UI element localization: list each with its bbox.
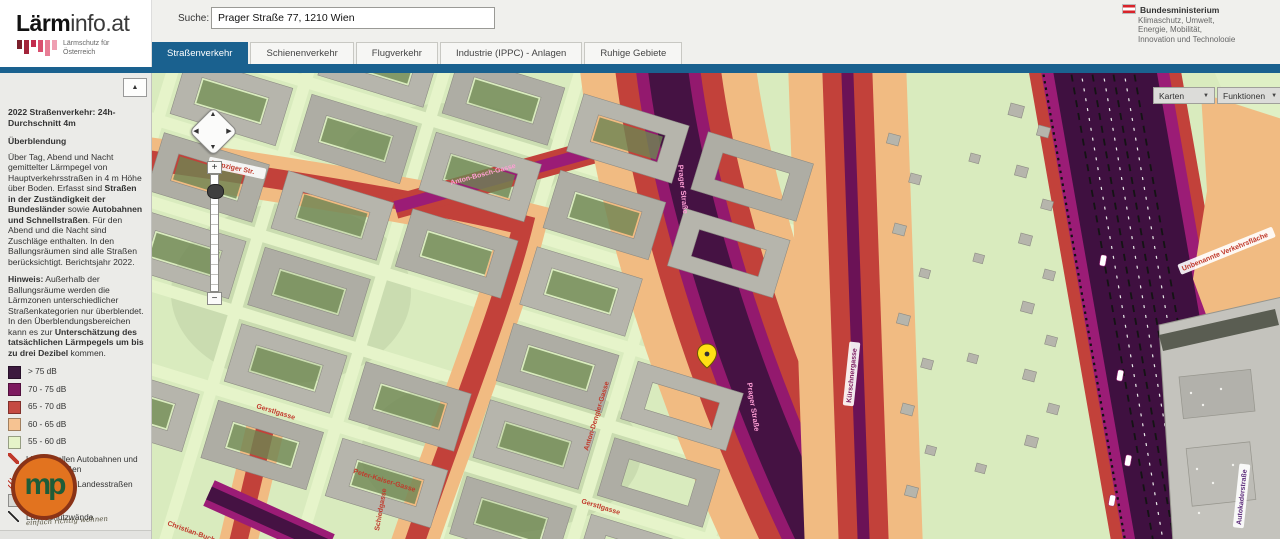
mp-watermark-logo: mp: [11, 454, 77, 520]
pan-down-button[interactable]: ▼: [208, 142, 218, 152]
search-label: Suche:: [178, 13, 209, 24]
legend-row: 70 - 75 dB: [8, 383, 144, 397]
noise-map-svg: Leipziger Str. Anton-Bosch-Gasse Prager …: [151, 73, 1280, 539]
pan-up-button[interactable]: ▲: [208, 109, 218, 119]
brand-bold: Lärm: [16, 10, 70, 36]
brand-light: info.at: [70, 10, 129, 36]
tab-industrie-ippc-anlagen[interactable]: Industrie (IPPC) - Anlagen: [440, 42, 582, 64]
karten-dropdown[interactable]: Karten▼: [1153, 87, 1215, 104]
austria-flag-icon: [1122, 4, 1136, 14]
legend-line-thick-icon: [8, 453, 19, 464]
map-canvas[interactable]: Leipziger Str. Anton-Bosch-Gasse Prager …: [151, 73, 1280, 539]
legend-row: 60 - 65 dB: [8, 418, 144, 432]
legend-label: 65 - 70 dB: [28, 400, 66, 411]
legend-swatch-icon: [8, 418, 21, 431]
overlay-heading: Überblendung: [8, 136, 144, 147]
legend-row: 55 - 60 dB: [8, 435, 144, 449]
legend-label: > 75 dB: [28, 365, 57, 376]
sidebar-collapse-button[interactable]: ▲: [123, 78, 147, 97]
tab-flugverkehr[interactable]: Flugverkehr: [356, 42, 438, 64]
chevron-down-icon: ▼: [1271, 93, 1277, 99]
legend-swatch-icon: [8, 383, 21, 396]
laerminfo-app: Lärminfo.at Lärmschutz für Österreich Su…: [0, 0, 1280, 539]
description-paragraph: Über Tag, Abend und Nacht gemittelter Lä…: [8, 152, 144, 268]
legend-label: 55 - 60 dB: [28, 435, 66, 446]
site-logo: Lärminfo.at Lärmschutz für Österreich: [0, 0, 152, 67]
tab-ruhige-gebiete[interactable]: Ruhige Gebiete: [584, 42, 682, 64]
legend-swatch-icon: [8, 366, 21, 379]
soundbars-icon: [17, 40, 57, 56]
legend-line-black-icon: [8, 511, 19, 522]
legend-row: > 75 dB: [8, 365, 144, 379]
accent-bar: [0, 64, 1280, 73]
tab-straßenverkehr[interactable]: Straßenverkehr: [151, 42, 248, 64]
header-bar: Suche: Bundesministerium Klimaschutz, Um…: [151, 0, 1280, 42]
ministry-logo: Bundesministerium Klimaschutz, Umwelt, E…: [1122, 4, 1235, 44]
tab-bar: StraßenverkehrSchienenverkehrFlugverkehr…: [151, 42, 1280, 64]
site-subtitle: Lärmschutz für Österreich: [63, 40, 109, 57]
legend-label: 60 - 65 dB: [28, 418, 66, 429]
tab-schienenverkehr[interactable]: Schienenverkehr: [250, 42, 353, 64]
zoom-in-button[interactable]: +: [207, 161, 222, 174]
layer-title: 2022 Straßenverkehr: 24h-Durchschnitt 4m: [8, 107, 144, 128]
site-title: Lärminfo.at: [16, 10, 129, 37]
legend-swatch-icon: [8, 401, 21, 414]
hint-paragraph: Hinweis: Außerhalb der Ballungsräume wer…: [8, 274, 144, 358]
pan-right-button[interactable]: ▶: [224, 126, 234, 136]
pan-left-button[interactable]: ◀: [191, 126, 201, 136]
info-sidebar: ▲ 2022 Straßenverkehr: 24h-Durchschnitt …: [0, 73, 152, 539]
legend-row: 65 - 70 dB: [8, 400, 144, 414]
zoom-control: + −: [204, 161, 226, 305]
industrial-buildings: [1159, 297, 1280, 539]
zoom-out-button[interactable]: −: [207, 292, 222, 305]
funktionen-dropdown[interactable]: Funktionen▼: [1217, 87, 1280, 104]
search-input[interactable]: [211, 7, 495, 29]
zoom-slider-knob[interactable]: [207, 184, 224, 199]
legend-label: 70 - 75 dB: [28, 383, 66, 394]
pan-control: ▲ ▼ ◀ ▶: [188, 106, 238, 156]
chevron-down-icon: ▼: [1203, 93, 1209, 99]
sidebar-footer-strip: [0, 530, 151, 539]
legend-swatch-icon: [8, 436, 21, 449]
